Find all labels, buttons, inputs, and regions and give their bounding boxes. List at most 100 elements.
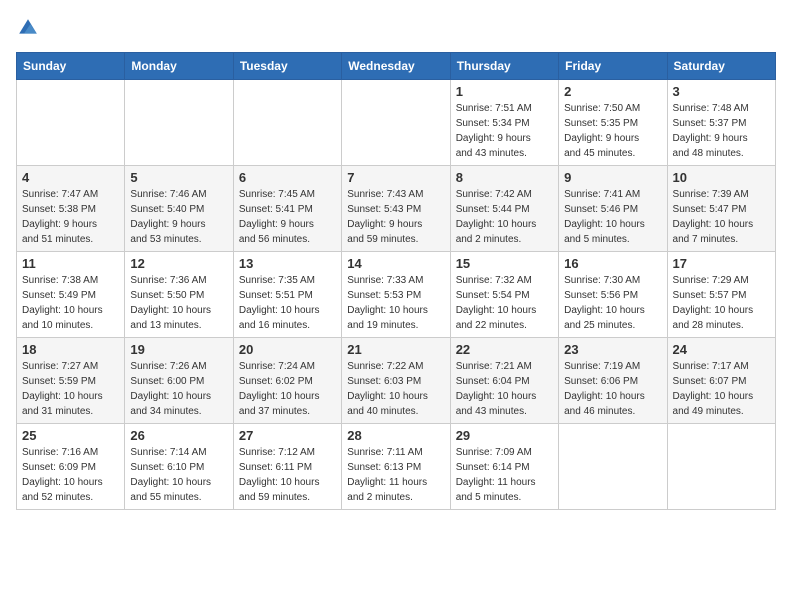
calendar-week-row: 4 Sunrise: 7:47 AM Sunset: 5:38 PM Daylig… xyxy=(17,166,776,252)
calendar-cell: 6Sunrise: 7:45 AM Sunset: 5:41 PM Daylig… xyxy=(233,166,341,252)
day-number: 25 xyxy=(22,428,119,443)
day-number: 3 xyxy=(673,84,770,99)
day-info: Sunrise: 7:30 AM Sunset: 5:56 PM Dayligh… xyxy=(564,273,661,333)
day-info: Sunrise: 7:09 AM Sunset: 6:14 PM Dayligh… xyxy=(456,445,553,505)
calendar-cell: 23 Sunrise: 7:19 AM Sunset: 6:06 PM Dayli… xyxy=(559,338,667,424)
day-number: 18 xyxy=(22,342,119,357)
day-info: Sunrise: 7:17 AM Sunset: 6:07 PM Dayligh… xyxy=(673,359,770,419)
calendar-cell: 14 Sunrise: 7:33 AM Sunset: 5:53 PM Dayli… xyxy=(342,252,450,338)
calendar-cell: 2 Sunrise: 7:50 AM Sunset: 5:35 PM Daylig… xyxy=(559,80,667,166)
calendar-cell: 27 Sunrise: 7:12 AM Sunset: 6:11 PM Dayli… xyxy=(233,424,341,510)
calendar-cell: 18 Sunrise: 7:27 AM Sunset: 5:59 PM Dayli… xyxy=(17,338,125,424)
day-number: 16 xyxy=(564,256,661,271)
day-info: Sunrise: 7:11 AM Sunset: 6:13 PM Dayligh… xyxy=(347,445,444,505)
calendar-header-row: SundayMondayTuesdayWednesdayThursdayFrid… xyxy=(17,53,776,80)
day-number: 26 xyxy=(130,428,227,443)
day-number: 28 xyxy=(347,428,444,443)
day-info: Sunrise: 7:19 AM Sunset: 6:06 PM Dayligh… xyxy=(564,359,661,419)
day-number: 14 xyxy=(347,256,444,271)
day-number: 4 xyxy=(22,170,119,185)
day-info: Sunrise: 7:14 AM Sunset: 6:10 PM Dayligh… xyxy=(130,445,227,505)
calendar-cell xyxy=(667,424,775,510)
day-info: Sunrise: 7:42 AM Sunset: 5:44 PM Dayligh… xyxy=(456,187,553,247)
header-friday: Friday xyxy=(559,53,667,80)
header-monday: Monday xyxy=(125,53,233,80)
day-number: 13 xyxy=(239,256,336,271)
calendar-cell xyxy=(125,80,233,166)
calendar-week-row: 18 Sunrise: 7:27 AM Sunset: 5:59 PM Dayli… xyxy=(17,338,776,424)
day-info: Sunrise: 7:46 AM Sunset: 5:40 PM Dayligh… xyxy=(130,187,227,247)
day-number: 17 xyxy=(673,256,770,271)
calendar-cell: 20 Sunrise: 7:24 AM Sunset: 6:02 PM Dayli… xyxy=(233,338,341,424)
day-number: 2 xyxy=(564,84,661,99)
calendar-cell: 3 Sunrise: 7:48 AM Sunset: 5:37 PM Daylig… xyxy=(667,80,775,166)
header-sunday: Sunday xyxy=(17,53,125,80)
calendar-cell: 12 Sunrise: 7:36 AM Sunset: 5:50 PM Dayli… xyxy=(125,252,233,338)
page-header xyxy=(16,16,776,40)
day-number: 22 xyxy=(456,342,553,357)
calendar-cell xyxy=(17,80,125,166)
day-number: 23 xyxy=(564,342,661,357)
day-info: Sunrise: 7:36 AM Sunset: 5:50 PM Dayligh… xyxy=(130,273,227,333)
calendar-cell: 29 Sunrise: 7:09 AM Sunset: 6:14 PM Dayli… xyxy=(450,424,558,510)
calendar-cell: 11Sunrise: 7:38 AM Sunset: 5:49 PM Dayli… xyxy=(17,252,125,338)
day-info: Sunrise: 7:32 AM Sunset: 5:54 PM Dayligh… xyxy=(456,273,553,333)
day-number: 8 xyxy=(456,170,553,185)
calendar-cell: 9Sunrise: 7:41 AM Sunset: 5:46 PM Daylig… xyxy=(559,166,667,252)
day-number: 6 xyxy=(239,170,336,185)
calendar-cell: 21 Sunrise: 7:22 AM Sunset: 6:03 PM Dayli… xyxy=(342,338,450,424)
day-number: 27 xyxy=(239,428,336,443)
calendar-cell: 25 Sunrise: 7:16 AM Sunset: 6:09 PM Dayli… xyxy=(17,424,125,510)
day-info: Sunrise: 7:16 AM Sunset: 6:09 PM Dayligh… xyxy=(22,445,119,505)
calendar-cell: 8 Sunrise: 7:42 AM Sunset: 5:44 PM Daylig… xyxy=(450,166,558,252)
calendar-week-row: 1 Sunrise: 7:51 AM Sunset: 5:34 PM Daylig… xyxy=(17,80,776,166)
header-tuesday: Tuesday xyxy=(233,53,341,80)
day-info: Sunrise: 7:35 AM Sunset: 5:51 PM Dayligh… xyxy=(239,273,336,333)
day-number: 10 xyxy=(673,170,770,185)
calendar-cell: 5Sunrise: 7:46 AM Sunset: 5:40 PM Daylig… xyxy=(125,166,233,252)
calendar-cell: 15 Sunrise: 7:32 AM Sunset: 5:54 PM Dayli… xyxy=(450,252,558,338)
calendar-cell: 24 Sunrise: 7:17 AM Sunset: 6:07 PM Dayli… xyxy=(667,338,775,424)
day-number: 24 xyxy=(673,342,770,357)
calendar-cell: 10 Sunrise: 7:39 AM Sunset: 5:47 PM Dayli… xyxy=(667,166,775,252)
day-number: 20 xyxy=(239,342,336,357)
day-info: Sunrise: 7:21 AM Sunset: 6:04 PM Dayligh… xyxy=(456,359,553,419)
calendar-cell: 4 Sunrise: 7:47 AM Sunset: 5:38 PM Daylig… xyxy=(17,166,125,252)
day-number: 1 xyxy=(456,84,553,99)
calendar-table: SundayMondayTuesdayWednesdayThursdayFrid… xyxy=(16,52,776,510)
calendar-cell: 7Sunrise: 7:43 AM Sunset: 5:43 PM Daylig… xyxy=(342,166,450,252)
calendar-cell: 16 Sunrise: 7:30 AM Sunset: 5:56 PM Dayli… xyxy=(559,252,667,338)
calendar-cell xyxy=(233,80,341,166)
logo xyxy=(16,16,44,40)
day-info: Sunrise: 7:12 AM Sunset: 6:11 PM Dayligh… xyxy=(239,445,336,505)
day-info: Sunrise: 7:51 AM Sunset: 5:34 PM Dayligh… xyxy=(456,101,553,161)
day-number: 7 xyxy=(347,170,444,185)
day-info: Sunrise: 7:33 AM Sunset: 5:53 PM Dayligh… xyxy=(347,273,444,333)
day-number: 29 xyxy=(456,428,553,443)
day-info: Sunrise: 7:48 AM Sunset: 5:37 PM Dayligh… xyxy=(673,101,770,161)
day-info: Sunrise: 7:24 AM Sunset: 6:02 PM Dayligh… xyxy=(239,359,336,419)
day-info: Sunrise: 7:50 AM Sunset: 5:35 PM Dayligh… xyxy=(564,101,661,161)
day-number: 15 xyxy=(456,256,553,271)
day-info: Sunrise: 7:26 AM Sunset: 6:00 PM Dayligh… xyxy=(130,359,227,419)
calendar-cell: 13 Sunrise: 7:35 AM Sunset: 5:51 PM Dayli… xyxy=(233,252,341,338)
calendar-cell: 1 Sunrise: 7:51 AM Sunset: 5:34 PM Daylig… xyxy=(450,80,558,166)
calendar-cell: 17 Sunrise: 7:29 AM Sunset: 5:57 PM Dayli… xyxy=(667,252,775,338)
day-info: Sunrise: 7:47 AM Sunset: 5:38 PM Dayligh… xyxy=(22,187,119,247)
header-saturday: Saturday xyxy=(667,53,775,80)
day-number: 21 xyxy=(347,342,444,357)
day-info: Sunrise: 7:39 AM Sunset: 5:47 PM Dayligh… xyxy=(673,187,770,247)
calendar-week-row: 25 Sunrise: 7:16 AM Sunset: 6:09 PM Dayli… xyxy=(17,424,776,510)
header-thursday: Thursday xyxy=(450,53,558,80)
day-info: Sunrise: 7:22 AM Sunset: 6:03 PM Dayligh… xyxy=(347,359,444,419)
calendar-cell xyxy=(342,80,450,166)
day-number: 11 xyxy=(22,256,119,271)
calendar-cell: 19Sunrise: 7:26 AM Sunset: 6:00 PM Dayli… xyxy=(125,338,233,424)
calendar-cell: 26 Sunrise: 7:14 AM Sunset: 6:10 PM Dayli… xyxy=(125,424,233,510)
calendar-cell: 22 Sunrise: 7:21 AM Sunset: 6:04 PM Dayli… xyxy=(450,338,558,424)
day-info: Sunrise: 7:29 AM Sunset: 5:57 PM Dayligh… xyxy=(673,273,770,333)
day-info: Sunrise: 7:27 AM Sunset: 5:59 PM Dayligh… xyxy=(22,359,119,419)
calendar-cell: 28 Sunrise: 7:11 AM Sunset: 6:13 PM Dayli… xyxy=(342,424,450,510)
day-number: 12 xyxy=(130,256,227,271)
calendar-week-row: 11Sunrise: 7:38 AM Sunset: 5:49 PM Dayli… xyxy=(17,252,776,338)
